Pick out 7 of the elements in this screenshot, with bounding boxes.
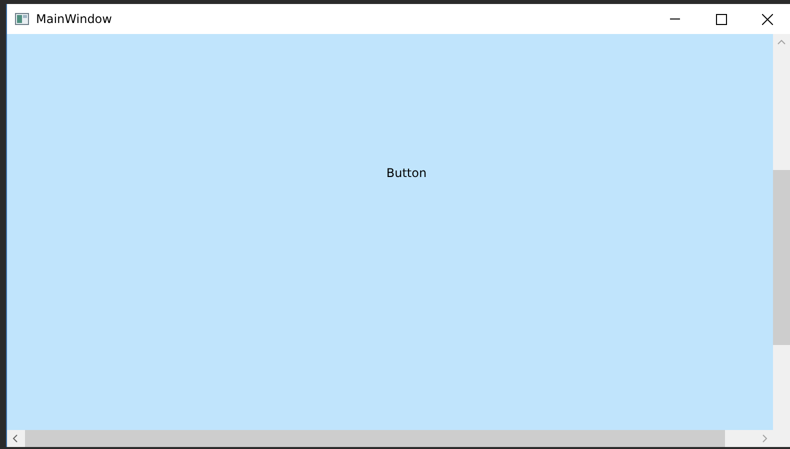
close-icon xyxy=(762,14,772,24)
scrollbar-thumb[interactable] xyxy=(773,170,790,345)
app-icon xyxy=(15,13,29,25)
maximize-icon xyxy=(716,14,726,24)
window-title: MainWindow xyxy=(36,12,113,26)
push-button[interactable]: Button xyxy=(7,34,773,430)
vertical-scrollbar[interactable] xyxy=(773,34,790,430)
